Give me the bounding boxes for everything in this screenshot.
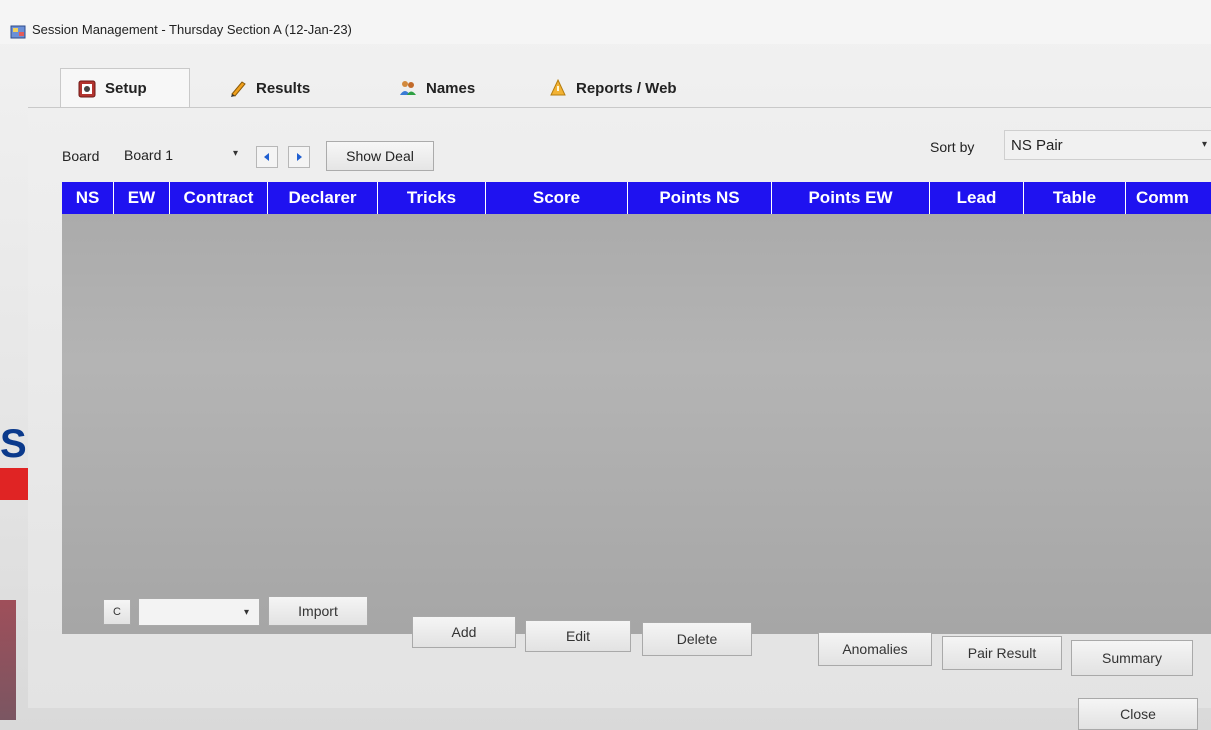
tab-reports-web[interactable]: Reports / Web xyxy=(548,68,677,108)
add-button[interactable]: Add xyxy=(412,616,516,648)
reports-icon xyxy=(550,78,566,96)
chevron-down-icon: ▾ xyxy=(1201,139,1207,150)
setup-icon xyxy=(78,80,96,97)
title-bar: Session Management - Thursday Section A … xyxy=(0,0,1211,44)
sort-by-value: NS Pair xyxy=(1011,136,1063,154)
arrow-right-icon xyxy=(297,153,302,161)
summary-button[interactable]: Summary xyxy=(1071,640,1193,676)
sort-by-label: Sort by xyxy=(930,139,975,155)
grid-header: NS EW Contract Declarer Tricks Score Poi… xyxy=(62,182,1211,214)
column-header[interactable]: EW xyxy=(114,182,170,214)
screen: SC Session Management - Thursday Section… xyxy=(0,0,1211,730)
tab-names-label: Names xyxy=(426,79,476,97)
results-grid[interactable]: NS EW Contract Declarer Tricks Score Poi… xyxy=(62,182,1211,634)
tab-results[interactable]: Results xyxy=(228,68,310,108)
column-header[interactable]: Tricks xyxy=(378,182,486,214)
column-header[interactable]: Points EW xyxy=(772,182,930,214)
tab-setup[interactable]: Setup xyxy=(60,68,190,108)
arrow-left-icon xyxy=(264,153,269,161)
tab-setup-label: Setup xyxy=(105,80,147,97)
chevron-down-icon: ▾ xyxy=(232,148,238,159)
c-button[interactable]: C xyxy=(103,599,131,625)
people-icon xyxy=(400,81,416,95)
sort-by-select[interactable]: NS Pair ▾ xyxy=(1004,130,1211,160)
board-select[interactable]: Board 1 ▾ xyxy=(118,142,246,168)
board-select-value: Board 1 xyxy=(124,147,174,163)
column-header[interactable]: Declarer xyxy=(268,182,378,214)
board-label: Board xyxy=(62,148,100,164)
column-header[interactable]: Score xyxy=(486,182,628,214)
import-source-select[interactable]: ▾ xyxy=(138,598,260,626)
column-header[interactable]: Points NS xyxy=(628,182,772,214)
tab-names[interactable]: Names xyxy=(398,68,475,108)
tab-results-label: Results xyxy=(256,79,311,97)
pencil-icon xyxy=(231,81,246,97)
edit-button[interactable]: Edit xyxy=(525,620,631,652)
tab-reports-web-label: Reports / Web xyxy=(576,79,677,97)
delete-button[interactable]: Delete xyxy=(642,622,752,656)
import-button[interactable]: Import xyxy=(268,596,368,626)
column-header[interactable]: NS xyxy=(62,182,114,214)
background-edge xyxy=(0,600,16,720)
column-header[interactable]: Table xyxy=(1024,182,1126,214)
anomalies-button[interactable]: Anomalies xyxy=(818,632,932,666)
chevron-down-icon: ▾ xyxy=(243,607,249,618)
column-header[interactable]: Comm xyxy=(1126,182,1211,214)
column-header[interactable]: Contract xyxy=(170,182,268,214)
app-icon xyxy=(10,25,26,39)
close-button[interactable]: Close xyxy=(1078,698,1198,730)
window-title: Session Management - Thursday Section A … xyxy=(32,22,352,37)
next-board-button[interactable] xyxy=(288,146,310,168)
pair-result-button[interactable]: Pair Result xyxy=(942,636,1062,670)
grid-body[interactable] xyxy=(62,214,1211,634)
previous-board-button[interactable] xyxy=(256,146,278,168)
column-header[interactable]: Lead xyxy=(930,182,1024,214)
show-deal-button[interactable]: Show Deal xyxy=(326,141,434,171)
